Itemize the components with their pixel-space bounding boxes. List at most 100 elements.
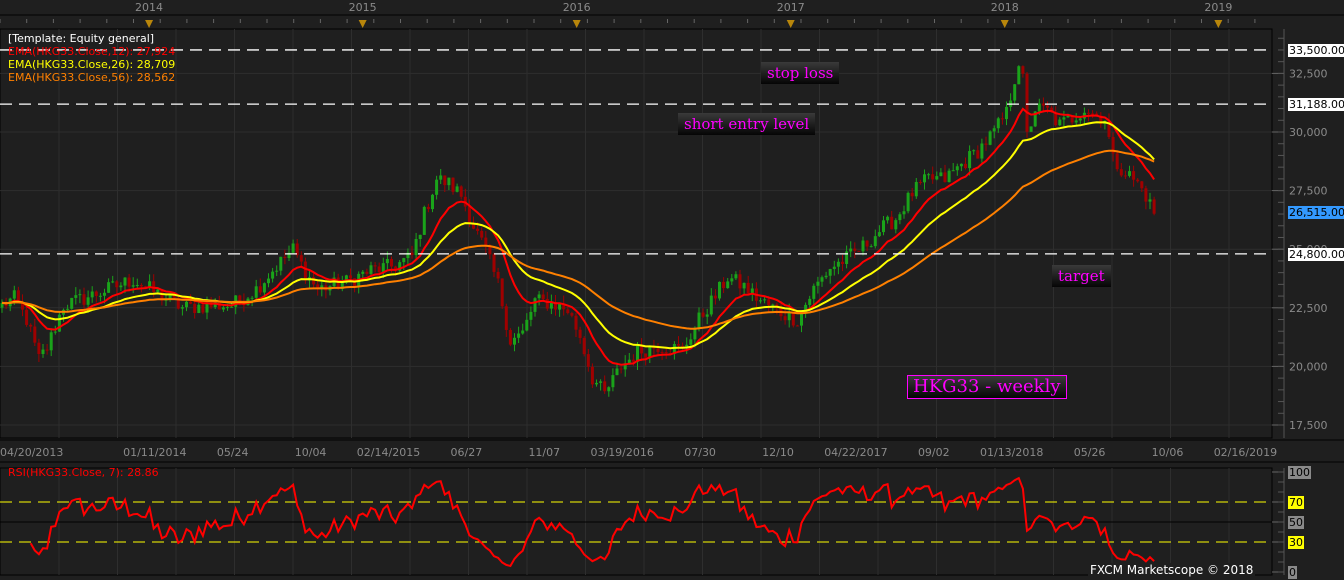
candle-body xyxy=(1062,117,1066,120)
candle-body xyxy=(734,274,738,279)
candle-body xyxy=(25,309,29,325)
candle-body xyxy=(1025,73,1029,132)
candle-body xyxy=(1119,169,1123,176)
candle-body xyxy=(570,313,574,316)
annotation-target[interactable]: target xyxy=(1052,265,1111,287)
candle-body xyxy=(283,256,287,258)
candle-body xyxy=(861,240,865,252)
candle-body xyxy=(513,337,516,345)
candle-body xyxy=(759,300,762,302)
candle-body xyxy=(832,266,836,270)
year-label: 2017 xyxy=(777,1,805,14)
candle-body xyxy=(828,269,832,276)
candle-body xyxy=(1136,179,1140,182)
candle-body xyxy=(373,265,377,267)
annotation-title[interactable]: HKG33 - weekly xyxy=(907,375,1067,399)
candle-body xyxy=(964,163,967,169)
candle-body xyxy=(1058,119,1062,126)
candle-body xyxy=(853,248,857,251)
candle-body xyxy=(37,342,41,354)
candle-body xyxy=(1087,112,1090,114)
candle-body xyxy=(931,174,935,180)
annotation-stop-loss[interactable]: stop loss xyxy=(761,62,840,84)
candle-body xyxy=(1000,118,1004,120)
candle-body xyxy=(722,281,726,289)
candle-body xyxy=(972,150,976,152)
year-label: 2018 xyxy=(991,1,1019,14)
candle-body xyxy=(681,345,685,347)
candle-body xyxy=(451,177,455,192)
x-tick-label: 02/16/2019 xyxy=(1214,446,1277,459)
candle-body xyxy=(742,282,746,289)
candle-body xyxy=(508,329,512,345)
candle-body xyxy=(1078,118,1082,121)
candle-body xyxy=(923,174,926,183)
candle-body xyxy=(648,346,652,358)
candle-body xyxy=(816,281,820,286)
candle-body xyxy=(443,175,447,186)
candle-body xyxy=(619,368,623,370)
candle-body xyxy=(935,176,939,180)
candle-body xyxy=(480,230,484,238)
candle-body xyxy=(664,352,668,354)
candle-body xyxy=(369,265,373,274)
candle-body xyxy=(238,295,242,302)
candle-body xyxy=(148,281,152,287)
candle-body xyxy=(705,314,709,317)
candle-body xyxy=(558,303,562,310)
candle-body xyxy=(29,324,33,327)
x-tick-label: 10/04 xyxy=(295,446,327,459)
candle-body xyxy=(898,214,902,221)
candle-body xyxy=(439,175,443,180)
candle-body xyxy=(525,319,529,331)
candle-body xyxy=(115,281,119,288)
candle-body xyxy=(49,332,53,351)
candle-body xyxy=(1046,105,1049,108)
x-tick-label: 07/30 xyxy=(684,446,716,459)
candle-body xyxy=(197,304,201,314)
candle-body xyxy=(644,353,648,358)
candle-body xyxy=(980,143,984,159)
candle-body xyxy=(709,295,713,315)
candle-body xyxy=(824,275,828,278)
candle-body xyxy=(94,291,98,296)
candle-body xyxy=(422,206,426,235)
x-tick-label: 11/07 xyxy=(528,446,560,459)
candle-body xyxy=(349,275,352,279)
rsi-level-label: 0 xyxy=(1289,566,1296,579)
candle-body xyxy=(767,299,771,306)
candle-body xyxy=(910,192,914,197)
candle-body xyxy=(45,349,49,351)
candle-body xyxy=(849,248,853,252)
candle-body xyxy=(180,307,184,309)
annotation-short-entry[interactable]: short entry level xyxy=(678,113,816,135)
legend-ema-56: EMA(HKG33.Close,56): 28,562 xyxy=(8,71,176,84)
candle-body xyxy=(201,304,205,313)
candle-body xyxy=(918,181,922,183)
candle-body xyxy=(1123,175,1127,177)
year-marker-icon xyxy=(1214,20,1223,28)
candle-body xyxy=(123,277,127,286)
candle-body xyxy=(894,220,898,230)
y-tick-label: 20,000 xyxy=(1289,360,1328,373)
year-marker-icon xyxy=(145,20,154,28)
year-label: 2014 xyxy=(135,1,163,14)
candle-body xyxy=(1021,66,1025,74)
y-tick-label: 30,000 xyxy=(1289,126,1328,139)
candle-body xyxy=(78,294,82,296)
candle-body xyxy=(299,255,303,262)
candle-body xyxy=(533,298,537,312)
y-tick-label: 32,500 xyxy=(1289,67,1328,80)
candle-body xyxy=(156,289,160,292)
candle-body xyxy=(476,228,480,231)
candle-body xyxy=(267,278,270,284)
candle-body xyxy=(631,359,635,362)
candle-body xyxy=(689,339,693,345)
candle-body xyxy=(435,179,439,195)
candle-body xyxy=(582,337,586,355)
candle-body xyxy=(865,240,869,247)
candle-body xyxy=(640,345,644,354)
candle-body xyxy=(431,194,434,210)
x-tick-label: 05/24 xyxy=(217,446,249,459)
candle-body xyxy=(886,216,890,221)
